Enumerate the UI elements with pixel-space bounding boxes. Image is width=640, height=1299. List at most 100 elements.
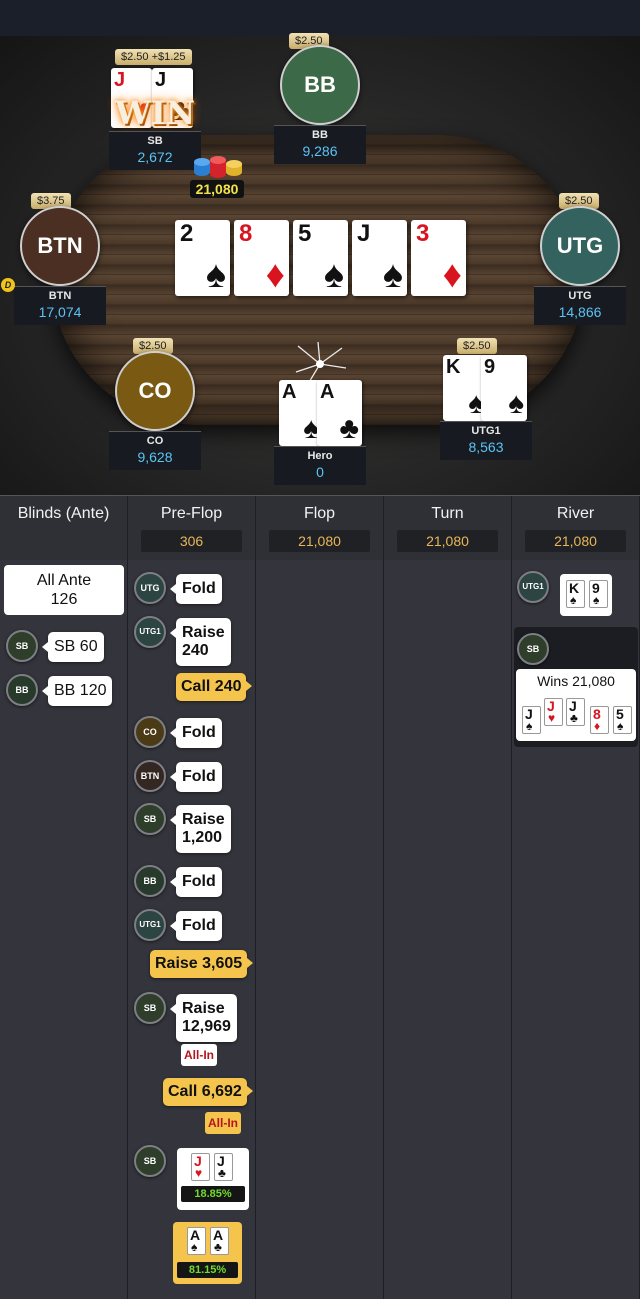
hero-action-bubble: Raise 3,605 [150,950,254,978]
position-badge-bb: BB [134,865,166,897]
board-card-1: 2 ♠ [175,220,230,296]
player-name: UTG1 [471,425,501,437]
player-name: SB [147,135,163,147]
showdown-card: A ♠ [187,1227,206,1255]
seat-bb[interactable]: BB BB 9,286 [272,45,368,164]
utg1-bet-chip: $2.50 [457,338,497,354]
position-badge-sb: SB [134,992,166,1024]
position-badge-utg: UTG [134,572,166,604]
seat-utg[interactable]: UTG UTG 14,866 [532,206,628,325]
column-header-river: River 21,080 [512,496,640,560]
bb-avatar: BB [280,45,360,125]
player-stack: 2,672 [137,149,173,165]
bb-nameplate: BB 9,286 [274,125,366,164]
player-stack: 14,866 [558,304,602,320]
utg1-nameplate: UTG1 8,563 [440,421,532,460]
position-badge-utg1: UTG1 [517,571,549,603]
player-stack: 0 [316,464,324,480]
pot-value: 21,080 [397,530,498,552]
player-name: BB [312,129,328,141]
pot-chips-icon [194,156,242,178]
top-bar [0,0,640,36]
position-badge-co: CO [134,716,166,748]
board-card-5: 3 ♦ [411,220,466,296]
column-header-preflop: Pre-Flop 306 [128,496,256,560]
wins-text: Wins 21,080 [537,673,615,689]
shown-card: 9 ♠ [589,580,608,608]
position-badge-utg1: UTG1 [134,616,166,648]
hero-hole-card-2: A ♣ [317,380,362,446]
column-flop [256,560,384,1299]
seat-co[interactable]: CO CO 9,628 [107,351,203,470]
winning-card: J ♣ [566,698,585,726]
co-avatar: CO [115,351,195,431]
column-header-blinds: Blinds (Ante) [0,496,128,560]
player-name: Hero [307,450,333,462]
dealer-button-icon: D [1,278,15,292]
showdown-card: J ♣ [214,1153,233,1181]
action-bubble: Raise 240 [170,618,231,666]
position-badge-sb: SB [517,633,549,665]
winning-card: 8 ♦ [590,706,609,734]
action-bubble: SB 60 [42,632,104,662]
column-turn [384,560,512,1299]
equity-label: 81.15% [177,1262,238,1278]
position-badge-sb: SB [6,630,38,662]
player-stack: 8,563 [468,439,504,455]
showdown-card: J ♥ [191,1153,210,1181]
winning-card: 5 ♠ [613,706,632,734]
action-bubble: Fold [170,911,222,941]
action-bubble: Fold [170,574,222,604]
player-name: CO [146,435,164,447]
action-bubble: Fold [170,762,222,792]
column-blinds [0,560,128,1299]
win-badge: WIN [114,94,196,132]
hero-nameplate: Hero 0 [274,446,366,485]
seat-utg1[interactable]: UTG1 8,563 [438,421,534,460]
action-bubble: BB 120 [41,676,113,706]
pot-value: 21,080 [269,530,370,552]
player-name: BTN [48,290,72,302]
hero-hole-card-1: A ♠ [279,380,322,446]
winning-card: J ♠ [522,706,541,734]
hero-allin-tag: All-In [205,1112,241,1134]
action-bubble: Fold [170,718,222,748]
winning-card: J ♥ [544,698,563,726]
sb-nameplate: SB 2,672 [109,131,201,170]
seat-sb[interactable]: SB 2,672 [107,131,203,170]
utg-avatar: UTG [540,206,620,286]
position-badge-sb: SB [134,803,166,835]
hero-action-bubble: Call 6,692 [163,1078,253,1106]
column-header-turn: Turn 21,080 [384,496,512,560]
player-stack: 17,074 [38,304,82,320]
equity-label: 18.85% [181,1186,245,1202]
co-nameplate: CO 9,628 [109,431,201,470]
hero-action-bubble: Call 240 [176,673,254,701]
seat-btn[interactable]: BTN BTN 17,074 [12,206,108,325]
board-card-2: 8 ♦ [234,220,289,296]
position-badge-utg1: UTG1 [134,909,166,941]
pot-value: 21,080 [525,530,626,552]
column-header-flop: Flop 21,080 [256,496,384,560]
action-bubble: Raise 1,200 [170,805,231,853]
utg1-hole-card-2: 9 ♠ [481,355,527,421]
position-badge-btn: BTN [134,760,166,792]
allin-tag: All-In [181,1044,217,1066]
sb-bet-chip: $2.50 +$1.25 [115,49,192,65]
btn-nameplate: BTN 17,074 [14,286,106,325]
action-bubble: Raise 12,969 [170,994,237,1042]
pot-amount: 21,080 [190,180,244,198]
pot-value: 306 [141,530,242,552]
board-card-3: 5 ♠ [293,220,348,296]
board-card-4: J ♠ [352,220,407,296]
player-name: UTG [568,290,592,302]
ante-card: All Ante 126 [4,565,124,615]
player-stack: 9,628 [137,449,173,465]
showdown-card: A ♣ [210,1227,229,1255]
btn-avatar: BTN [20,206,100,286]
action-bubble: Fold [170,867,222,897]
position-badge-sb: SB [134,1145,166,1177]
seat-hero[interactable]: Hero 0 [272,446,368,485]
player-stack: 9,286 [302,143,338,159]
position-badge-bb: BB [6,674,38,706]
